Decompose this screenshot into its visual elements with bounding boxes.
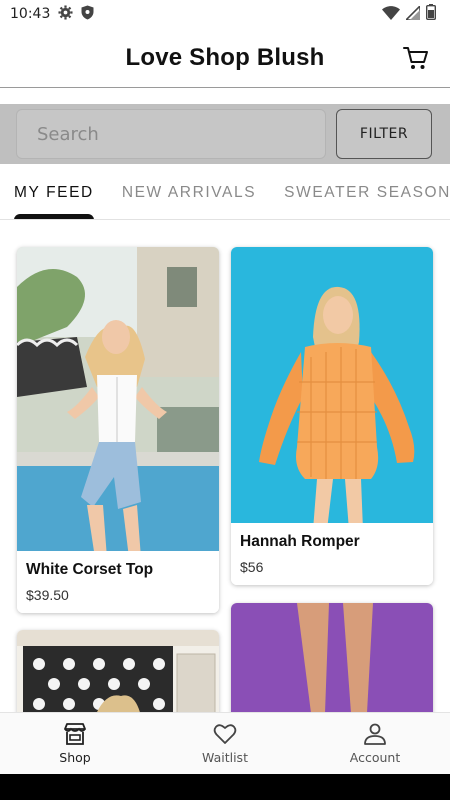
product-card[interactable] <box>231 603 433 712</box>
category-tabs: MY FEED NEW ARRIVALS SWEATER SEASON <box>0 166 450 220</box>
tab-sweater-season[interactable]: SWEATER SEASON <box>284 166 450 219</box>
product-image <box>231 603 433 712</box>
storefront-icon <box>64 722 86 745</box>
cart-button[interactable] <box>402 44 430 72</box>
product-price: $39.50 <box>26 587 69 603</box>
no-signal-icon <box>404 3 421 24</box>
status-right <box>382 3 437 24</box>
person-icon <box>364 723 386 745</box>
battery-icon <box>425 4 437 24</box>
filter-button[interactable]: FILTER <box>336 109 432 159</box>
heart-icon <box>213 723 237 744</box>
cart-icon <box>403 47 428 69</box>
search-input[interactable] <box>16 109 326 159</box>
shield-icon <box>81 5 94 24</box>
tab-new-arrivals[interactable]: NEW ARRIVALS <box>122 166 256 219</box>
bottom-nav: Shop Waitlist Account <box>0 712 450 774</box>
tab-my-feed[interactable]: MY FEED <box>14 166 94 219</box>
nav-account[interactable]: Account <box>300 713 450 774</box>
status-time: 10:43 <box>10 6 51 22</box>
nav-waitlist-label: Waitlist <box>202 749 248 765</box>
status-left: 10:43 <box>10 4 94 24</box>
system-navigation-bar <box>0 774 450 800</box>
product-grid: White Corset Top $39.50 Hannah Romper $5… <box>0 220 450 712</box>
product-card[interactable]: White Corset Top $39.50 <box>17 247 219 613</box>
app-title: Love Shop Blush <box>125 43 325 71</box>
search-bar: FILTER <box>0 104 450 164</box>
nav-shop[interactable]: Shop <box>0 713 150 774</box>
product-image <box>17 630 219 712</box>
app-header: Love Shop Blush <box>0 28 450 88</box>
nav-account-label: Account <box>349 749 401 765</box>
product-info: White Corset Top $39.50 <box>17 551 219 613</box>
status-bar: 10:43 <box>0 0 450 28</box>
product-name: White Corset Top <box>26 561 154 578</box>
gear-icon <box>58 4 73 24</box>
product-card[interactable] <box>17 630 219 712</box>
nav-shop-label: Shop <box>59 749 91 765</box>
product-image <box>231 247 433 530</box>
product-info: Hannah Romper $56 <box>231 523 433 585</box>
nav-waitlist[interactable]: Waitlist <box>150 713 300 774</box>
product-image <box>17 247 219 558</box>
wifi-icon <box>382 5 400 24</box>
product-price: $56 <box>240 559 264 575</box>
product-card[interactable]: Hannah Romper $56 <box>231 247 433 585</box>
product-name: Hannah Romper <box>240 533 360 550</box>
